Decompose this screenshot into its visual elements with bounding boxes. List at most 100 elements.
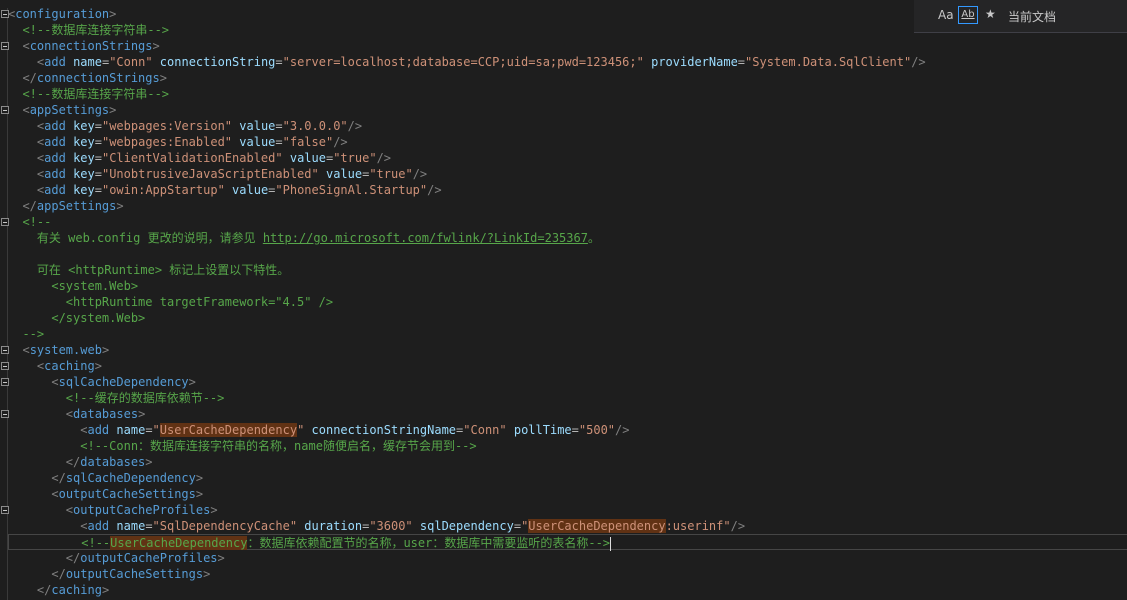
fold-collapse-icon[interactable] (1, 506, 9, 514)
code-line[interactable]: <caching> (8, 358, 1127, 374)
code-line[interactable]: <!-- (8, 214, 1127, 230)
code-token: key (73, 119, 95, 133)
code-token[interactable]: http://go.microsoft.com/fwlink/?LinkId=2… (263, 231, 588, 245)
code-token: key (73, 135, 95, 149)
fold-collapse-icon[interactable] (1, 10, 9, 18)
regex-toggle-icon[interactable]: ★ (985, 7, 996, 21)
code-editor[interactable]: <configuration> <!--数据库连接字符串--> <connect… (0, 0, 1127, 600)
code-token: sqlCacheDependency (65, 471, 196, 485)
code-token: "false" (282, 135, 334, 149)
code-line[interactable]: --> (8, 326, 1127, 342)
code-token: --> (8, 327, 45, 341)
code-token: ：数据库依赖配置节的名称，user：数据库中需要监听的表名称--> (247, 536, 611, 550)
code-token: "UnobtrusiveJavaScriptEnabled" (101, 167, 319, 181)
code-token: <!--Conn：数据库连接字符串的名称，name随便启名，缓存节会用到--> (80, 439, 477, 453)
fold-collapse-icon[interactable] (1, 378, 9, 386)
code-line[interactable]: <system.Web> (8, 278, 1127, 294)
fold-collapse-icon[interactable] (1, 410, 9, 418)
code-token: > (101, 583, 110, 597)
code-line[interactable]: <connectionStrings> (8, 38, 1127, 54)
fold-collapse-icon[interactable] (1, 42, 9, 50)
code-line[interactable]: <add name="UserCacheDependency" connecti… (8, 422, 1127, 438)
code-line[interactable]: <databases> (8, 406, 1127, 422)
code-line[interactable]: <outputCacheProfiles> (8, 502, 1127, 518)
code-line[interactable]: <add key="webpages:Version" value="3.0.0… (8, 118, 1127, 134)
code-token: < (22, 103, 30, 117)
code-token: <!--数据库连接字符串--> (22, 87, 170, 101)
code-line[interactable]: <add name="Conn" connectionString="serve… (8, 54, 1127, 70)
fold-collapse-icon[interactable] (1, 346, 9, 354)
code-line[interactable]: </caching> (8, 582, 1127, 598)
code-line[interactable]: <add key="UnobtrusiveJavaScriptEnabled" … (8, 166, 1127, 182)
code-token: "webpages:Version" (101, 119, 233, 133)
code-line[interactable]: </connectionStrings> (8, 70, 1127, 86)
code-token: "server=localhost;database=CCP;uid=sa;pw… (282, 55, 644, 69)
code-token: "500" (578, 423, 616, 437)
code-line[interactable]: <httpRuntime targetFramework="4.5" /> (8, 294, 1127, 310)
code-token: "Conn" (463, 423, 507, 437)
fold-collapse-icon[interactable] (1, 218, 9, 226)
code-token: "3.0.0.0" (282, 119, 348, 133)
match-case-toggle[interactable]: Aa (938, 8, 954, 22)
code-line[interactable]: <sqlCacheDependency> (8, 374, 1127, 390)
code-line[interactable]: <!--缓存的数据库依赖节--> (8, 390, 1127, 406)
code-token: add (44, 55, 66, 69)
code-token: </ (22, 199, 37, 213)
code-token: databases (80, 455, 146, 469)
fold-collapse-icon[interactable] (1, 106, 9, 114)
code-line[interactable]: 可在 <httpRuntime> 标记上设置以下特性。 (8, 262, 1127, 278)
code-line[interactable]: </system.Web> (8, 310, 1127, 326)
code-token: caching (44, 359, 95, 373)
code-line[interactable]: </outputCacheSettings> (8, 566, 1127, 582)
search-scope-label[interactable]: 当前文档 (1008, 8, 1056, 25)
code-line[interactable]: 有关 web.config 更改的说明，请参见 http://go.micros… (8, 230, 1127, 246)
code-line[interactable]: </appSettings> (8, 198, 1127, 214)
code-token: value (325, 167, 363, 181)
code-line[interactable]: <appSettings> (8, 102, 1127, 118)
code-line[interactable]: <!--Conn：数据库连接字符串的名称，name随便启名，缓存节会用到--> (8, 438, 1127, 454)
match-whole-word-toggle[interactable]: Ab (958, 6, 978, 24)
code-token: = (94, 167, 102, 181)
code-line[interactable]: <!--UserCacheDependency：数据库依赖配置节的名称，user… (8, 534, 1127, 551)
code-line[interactable]: </databases> (8, 454, 1127, 470)
code-token: /> (412, 167, 428, 181)
code-token: > (188, 375, 196, 389)
code-token: outputCacheProfiles (80, 551, 218, 565)
code-line[interactable]: <!--数据库连接字符串--> (8, 86, 1127, 102)
code-token: = (275, 55, 283, 69)
code-line[interactable] (8, 246, 1127, 262)
code-token: > (116, 199, 124, 213)
fold-collapse-icon[interactable] (1, 362, 9, 370)
code-line[interactable]: <add key="webpages:Enabled" value="false… (8, 134, 1127, 150)
code-line[interactable]: <add key="ClientValidationEnabled" value… (8, 150, 1127, 166)
code-token: sqlDependency (419, 519, 514, 533)
code-token: </ (22, 71, 37, 85)
code-line[interactable]: <add name="SqlDependencyCache" duration=… (8, 518, 1127, 534)
code-token: "true" (333, 151, 377, 165)
code-token: add (44, 167, 66, 181)
code-line[interactable]: <outputCacheSettings> (8, 486, 1127, 502)
code-line[interactable]: </sqlCacheDependency> (8, 470, 1127, 486)
code-token: </ (65, 455, 81, 469)
code-token: /> (911, 55, 926, 69)
code-token: > (159, 71, 167, 85)
code-token: = (571, 423, 579, 437)
code-line[interactable]: <system.web> (8, 342, 1127, 358)
code-line[interactable]: <add key="owin:AppStartup" value="PhoneS… (8, 182, 1127, 198)
code-line[interactable]: </outputCacheProfiles> (8, 550, 1127, 566)
